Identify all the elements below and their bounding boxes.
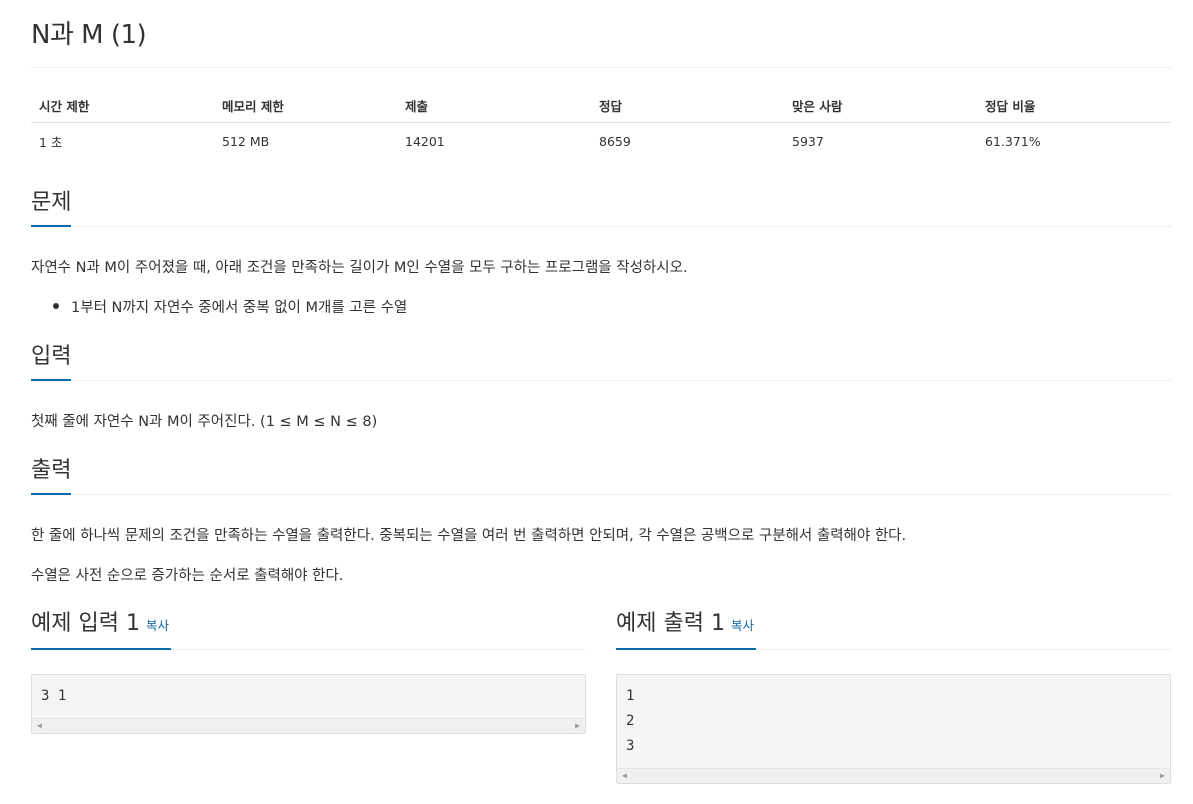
sample-output-header: 예제 출력 1 복사 xyxy=(616,605,1171,650)
sample-output-line: 3 xyxy=(626,738,635,754)
info-header-time-limit: 시간 제한 xyxy=(31,88,214,123)
scroll-right-arrow-icon[interactable]: ▶ xyxy=(1160,772,1165,780)
sample-output-title: 예제 출력 1 xyxy=(616,611,725,636)
output-order-note: 수열은 사전 순으로 증가하는 순서로 출력해야 한다. xyxy=(31,568,344,584)
info-header-memory-limit: 메모리 제한 xyxy=(214,88,397,123)
info-solved-users: 5937 xyxy=(792,133,824,149)
page-title: N과 M (1) xyxy=(31,20,147,50)
sample-output-line: 2 xyxy=(626,713,635,729)
scroll-left-arrow-icon[interactable]: ◀ xyxy=(622,772,627,780)
input-section-header: 입력 xyxy=(31,342,1171,381)
sample-input-title: 예제 입력 1 xyxy=(31,611,140,636)
input-heading: 입력 xyxy=(31,343,72,381)
problem-condition-text: 1부터 N까지 자연수 중에서 중복 없이 M개를 고른 수열 xyxy=(71,300,408,316)
sample-output-heading: 예제 출력 1 복사 xyxy=(616,610,756,650)
bullet-icon xyxy=(53,303,59,309)
info-header-ratio: 정답 비율 xyxy=(977,88,1171,123)
output-description: 한 줄에 하나씩 문제의 조건을 만족하는 수열을 출력한다. 중복되는 수열을… xyxy=(31,528,907,544)
scroll-right-arrow-icon[interactable]: ▶ xyxy=(575,722,580,730)
sample-input-box[interactable]: 3 1 ◀ ▶ xyxy=(31,674,586,734)
output-section-header: 출력 xyxy=(31,456,1171,495)
info-accepted: 8659 xyxy=(599,133,631,149)
horizontal-scrollbar[interactable]: ◀ ▶ xyxy=(617,768,1170,783)
info-submissions: 14201 xyxy=(405,133,445,149)
sample-output-box[interactable]: 1 2 3 ◀ ▶ xyxy=(616,674,1171,784)
info-header-solved-users: 맞은 사람 xyxy=(784,88,977,123)
problem-info-table: 시간 제한 메모리 제한 제출 정답 맞은 사람 정답 비율 1 초 512 M… xyxy=(31,88,1171,159)
problem-description: 자연수 N과 M이 주어졌을 때, 아래 조건을 만족하는 길이가 M인 수열을… xyxy=(31,260,688,276)
output-heading: 출력 xyxy=(31,457,72,495)
info-header-accepted: 정답 xyxy=(591,88,784,123)
info-header-row: 시간 제한 메모리 제한 제출 정답 맞은 사람 정답 비율 xyxy=(31,88,1171,123)
horizontal-scrollbar[interactable]: ◀ ▶ xyxy=(32,718,585,733)
problem-condition-item: 1부터 N까지 자연수 중에서 중복 없이 M개를 고른 수열 xyxy=(53,296,407,317)
info-header-submissions: 제출 xyxy=(397,88,591,123)
input-description: 첫째 줄에 자연수 N과 M이 주어진다. (1 ≤ M ≤ N ≤ 8) xyxy=(31,414,378,430)
problem-page: N과 M (1) 시간 제한 메모리 제한 제출 정답 맞은 사람 정답 비율 … xyxy=(0,0,1193,804)
problem-heading: 문제 xyxy=(31,189,72,227)
problem-section-header: 문제 xyxy=(31,188,1171,227)
info-memory-limit: 512 MB xyxy=(222,133,270,149)
sample-input-heading: 예제 입력 1 복사 xyxy=(31,610,171,650)
sample-output-line: 1 xyxy=(626,688,635,704)
sample-input-line: 3 1 xyxy=(41,688,67,704)
title-divider xyxy=(31,67,1171,68)
copy-output-button[interactable]: 복사 xyxy=(731,618,754,633)
copy-input-button[interactable]: 복사 xyxy=(146,618,169,633)
sample-input-header: 예제 입력 1 복사 xyxy=(31,605,586,650)
scroll-left-arrow-icon[interactable]: ◀ xyxy=(37,722,42,730)
info-time-limit: 1 초 xyxy=(39,134,63,150)
info-ratio: 61.371% xyxy=(985,133,1041,149)
info-value-row: 1 초 512 MB 14201 8659 5937 61.371% xyxy=(31,123,1171,160)
